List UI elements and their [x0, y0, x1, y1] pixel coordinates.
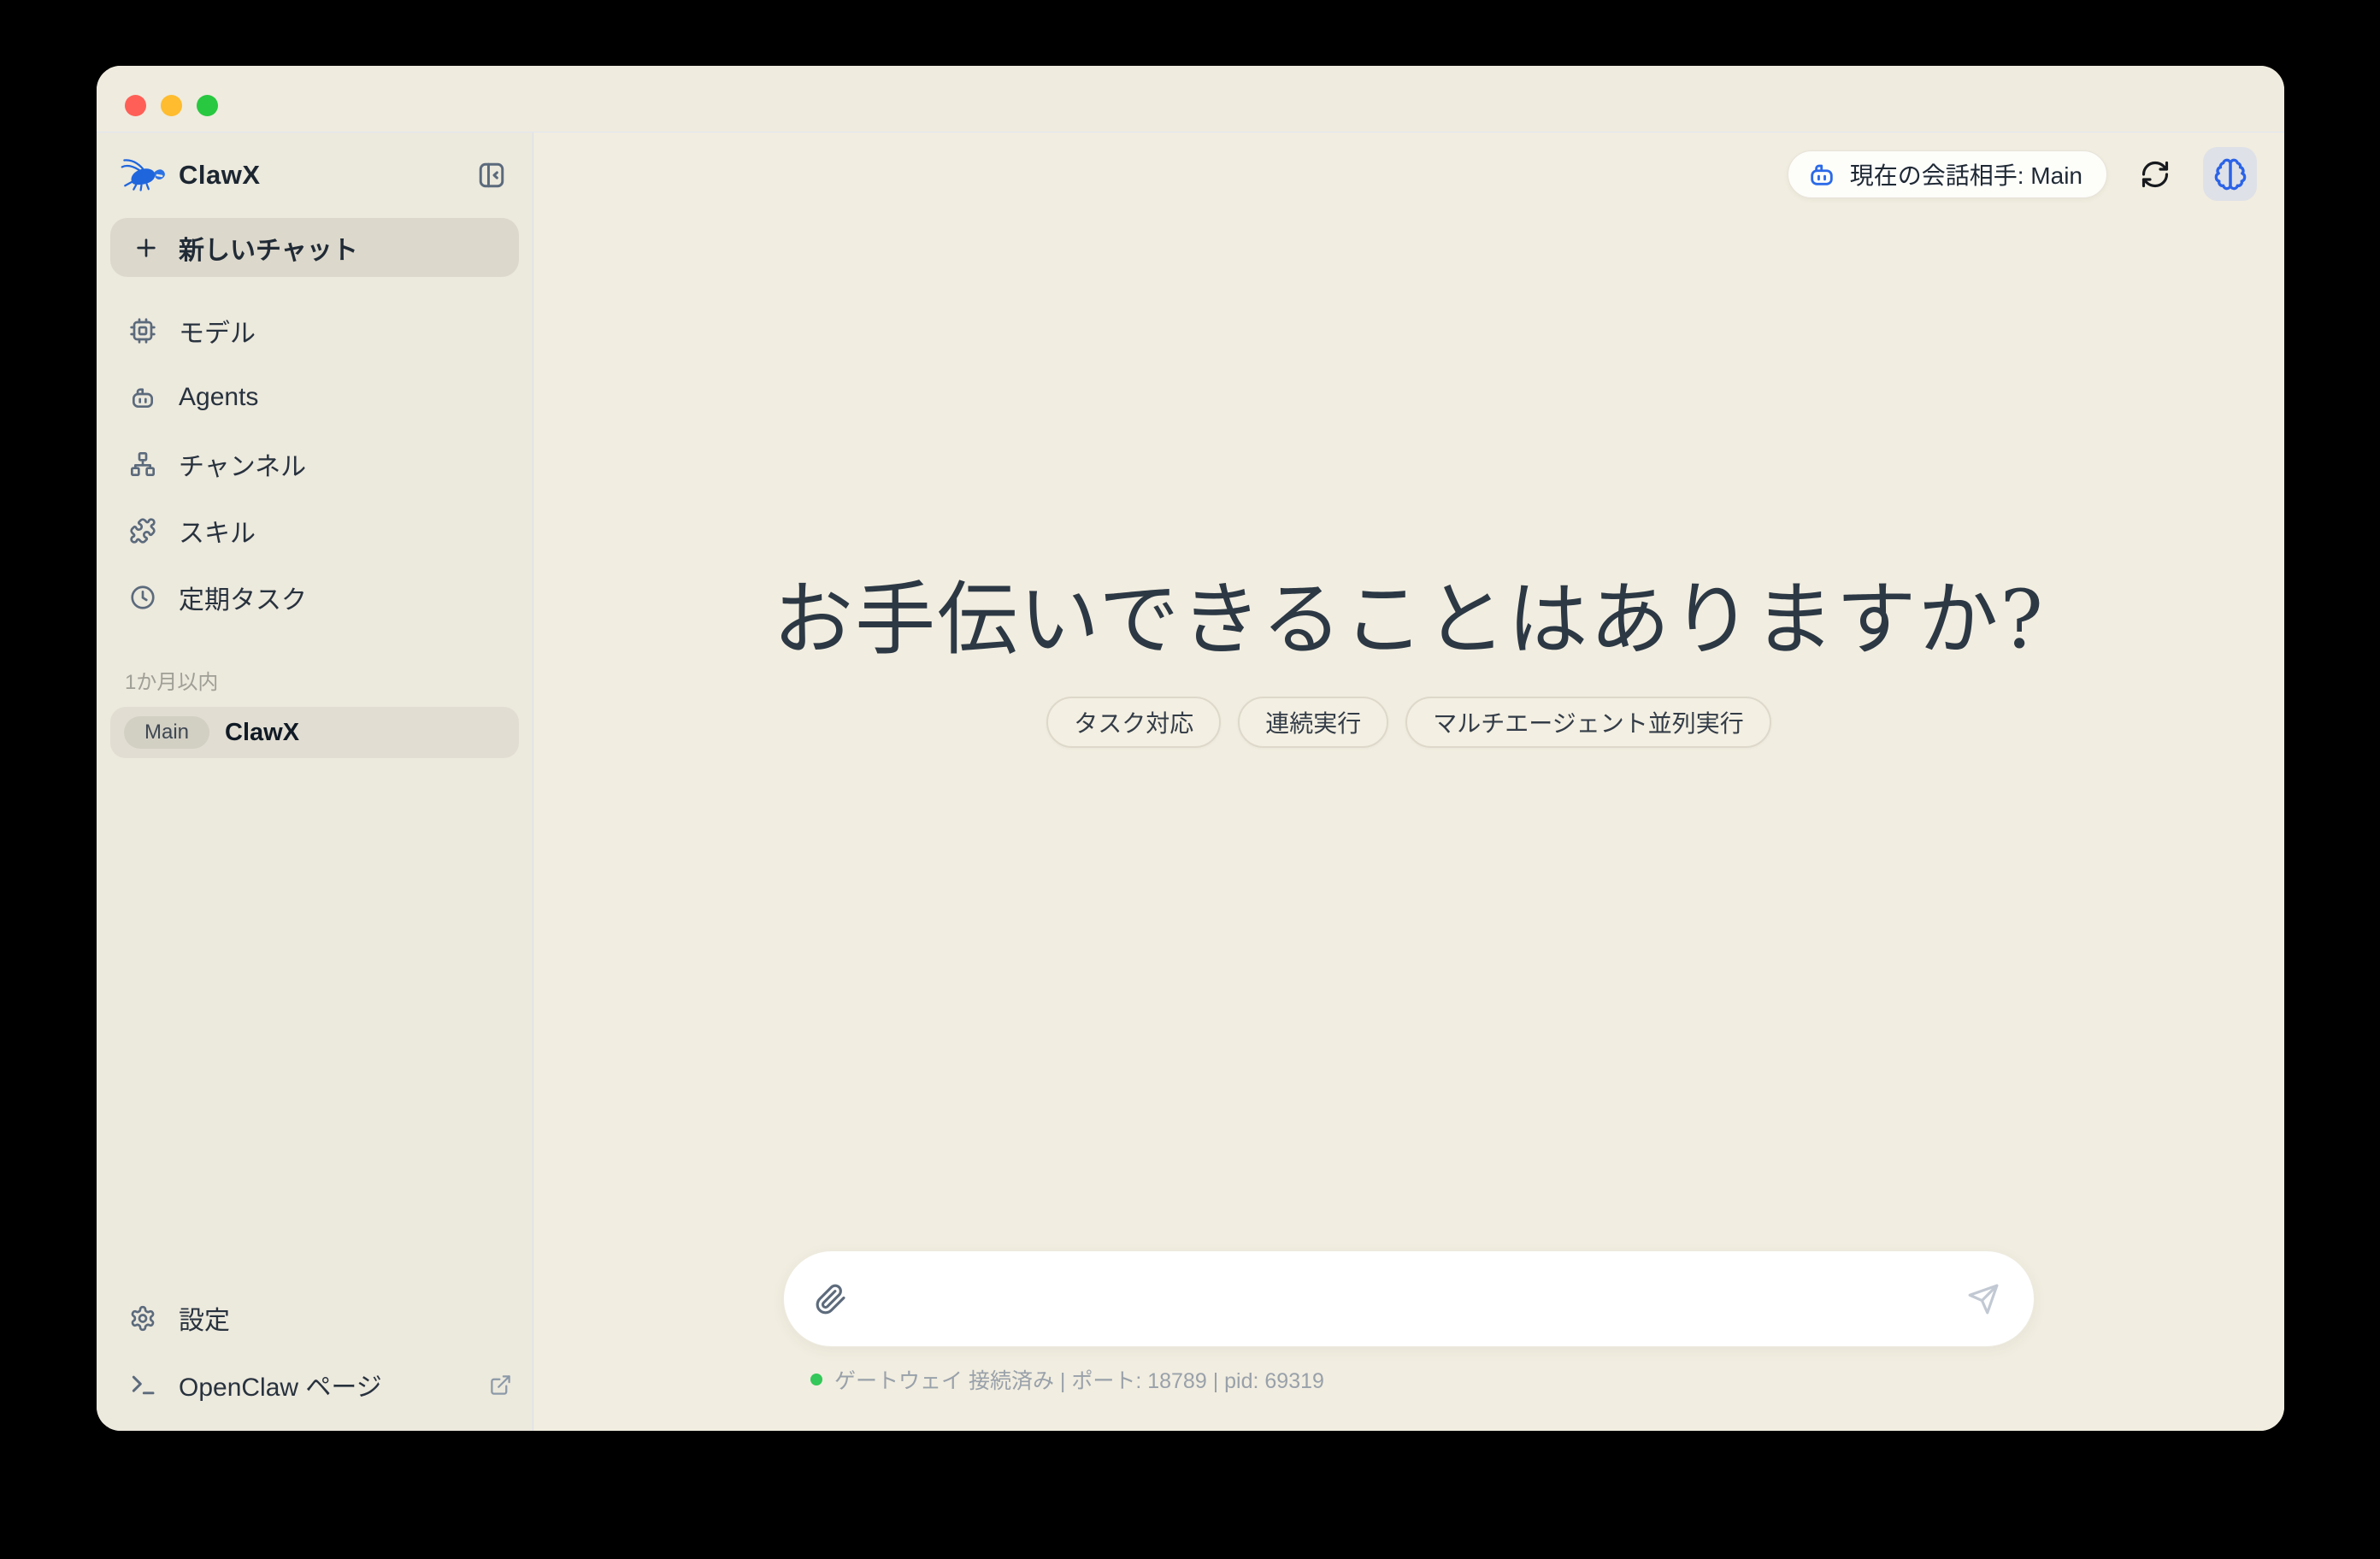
chip-task-support[interactable]: タスク対応: [1046, 697, 1221, 748]
sidebar-item-label: Agents: [179, 383, 258, 412]
external-link-icon: [489, 1374, 512, 1397]
message-input[interactable]: [847, 1251, 1967, 1346]
chat-title: ClawX: [225, 719, 299, 747]
composer: ゲートウェイ 接続済み | ポート: 18789 | pid: 69319: [783, 1250, 2035, 1395]
app-title: ClawX: [179, 160, 261, 191]
status-text: ゲートウェイ 接続済み | ポート: 18789 | pid: 69319: [834, 1364, 1324, 1395]
sidebar-item-settings[interactable]: 設定: [97, 1292, 533, 1344]
sidebar: ClawX 新しいチャット: [97, 132, 533, 1431]
sidebar-item-label: OpenClaw ページ: [179, 1366, 382, 1403]
minimize-button[interactable]: [161, 95, 182, 116]
status-dot: [810, 1374, 822, 1385]
send-icon[interactable]: [1967, 1283, 2000, 1315]
suggestion-chips: タスク対応 連続実行 マルチエージェント並列実行: [533, 697, 2284, 748]
sidebar-item-scheduled-tasks[interactable]: 定期タスク: [97, 564, 533, 631]
clock-icon: [129, 584, 156, 611]
sidebar-item-label: 定期タスク: [179, 579, 307, 616]
sidebar-item-openclaw-page[interactable]: OpenClaw ページ: [97, 1359, 533, 1410]
sidebar-nav: モデル Agents: [97, 297, 533, 631]
sidebar-footer: 設定 OpenClaw ページ: [97, 1292, 533, 1431]
cpu-icon: [129, 317, 156, 344]
terminal-icon: [129, 1371, 156, 1398]
main-content: 現在の会話相手: Main お手伝いで: [533, 132, 2284, 1431]
chat-history-item[interactable]: Main ClawX: [110, 707, 519, 758]
paperclip-icon[interactable]: [815, 1283, 847, 1315]
sidebar-item-label: チャンネル: [179, 445, 306, 483]
brain-icon[interactable]: [2203, 147, 2257, 201]
robot-icon: [129, 384, 156, 411]
chip-continuous-run[interactable]: 連続実行: [1238, 697, 1388, 748]
lobster-logo-icon: [121, 156, 168, 194]
gear-icon: [129, 1304, 156, 1332]
message-input-pill: [783, 1250, 2035, 1347]
refresh-icon[interactable]: [2138, 157, 2172, 191]
sidebar-item-channels[interactable]: チャンネル: [97, 431, 533, 497]
sidebar-item-label: モデル: [179, 312, 256, 350]
current-conversation-badge[interactable]: 現在の会話相手: Main: [1788, 150, 2107, 198]
sidebar-item-label: スキル: [179, 512, 256, 550]
header-controls: 現在の会話相手: Main: [1788, 147, 2257, 201]
puzzle-icon: [129, 517, 156, 544]
sidebar-item-agents[interactable]: Agents: [97, 364, 533, 431]
greeting-heading: お手伝いできることはありますか?: [533, 555, 2284, 671]
titlebar: [97, 66, 2284, 132]
sidebar-item-label: 設定: [179, 1299, 230, 1337]
panel-collapse-icon[interactable]: [476, 160, 507, 191]
sidebar-item-models[interactable]: モデル: [97, 297, 533, 364]
chip-multi-agent[interactable]: マルチエージェント並列実行: [1405, 697, 1770, 748]
new-chat-label: 新しいチャット: [179, 229, 358, 267]
plus-icon: [133, 234, 160, 262]
conversation-badge-label: 現在の会話相手: Main: [1850, 157, 2082, 191]
gateway-status: ゲートウェイ 接続済み | ポート: 18789 | pid: 69319: [783, 1364, 2035, 1395]
history-section-label: 1か月以内: [125, 665, 533, 695]
new-chat-button[interactable]: 新しいチャット: [110, 218, 519, 277]
zoom-button[interactable]: [197, 95, 218, 116]
network-icon: [129, 450, 156, 478]
sidebar-header: ClawX: [97, 132, 533, 194]
chat-badge: Main: [124, 716, 209, 749]
robot-icon: [1807, 160, 1836, 189]
sidebar-item-skills[interactable]: スキル: [97, 497, 533, 564]
close-button[interactable]: [125, 95, 146, 116]
app-window: ClawX 新しいチャット: [97, 66, 2284, 1431]
window-controls: [125, 95, 218, 116]
